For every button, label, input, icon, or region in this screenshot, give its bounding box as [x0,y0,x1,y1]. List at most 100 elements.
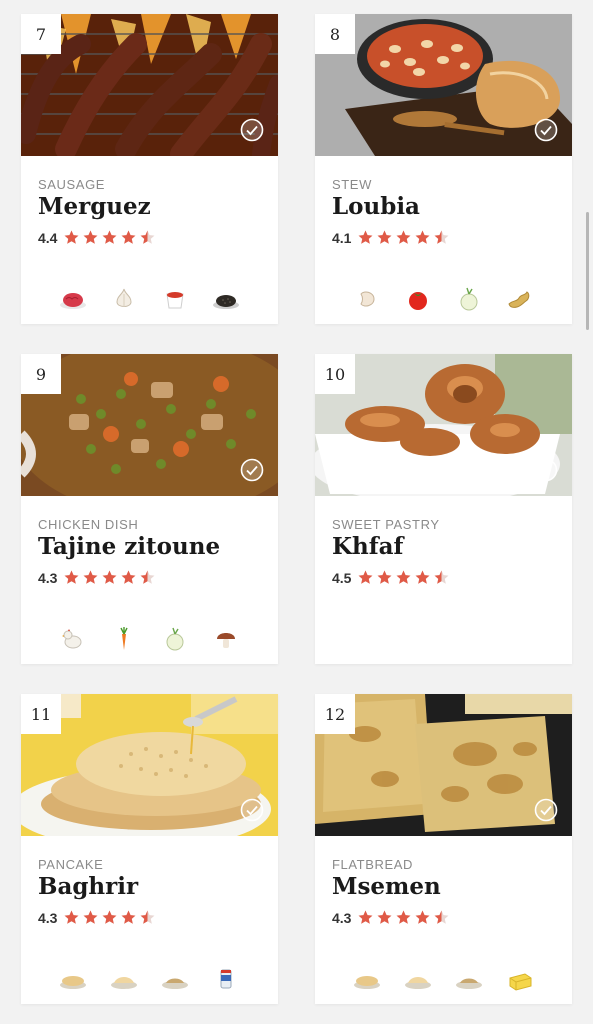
dish-photo[interactable]: 8 [315,14,572,156]
star-full-icon [103,570,117,584]
star-half-icon [141,910,155,924]
star-full-icon [65,910,79,924]
star-full-icon [416,570,430,584]
ingredient-list [315,286,572,312]
chicken-icon [61,629,82,649]
ingredient-list [315,966,572,992]
dish-name[interactable]: Loubia [332,193,420,220]
dish-category: SAUSAGE [38,177,106,192]
rating: 4.3 [332,909,450,926]
rating-value: 4.4 [38,229,58,246]
semolina-icon [59,976,86,989]
star-half-icon [435,570,449,584]
onion-icon [166,627,184,651]
dish-name[interactable]: Khfaf [332,533,403,560]
star-full-icon [84,570,98,584]
star-full-icon [122,230,136,244]
dish-card-merguez[interactable]: 7 SAUSAGE Merguez 4.4 [21,14,278,324]
dish-category: SWEET PASTRY [332,517,440,532]
checkmark-icon[interactable] [240,118,264,142]
star-full-icon [359,910,373,924]
rank-badge: 11 [21,694,61,734]
star-full-icon [65,230,79,244]
star-full-icon [122,910,136,924]
star-full-icon [122,570,136,584]
rating: 4.3 [38,909,156,926]
rating-value: 4.3 [332,909,352,926]
star-half-icon [435,910,449,924]
star-full-icon [84,230,98,244]
dish-photo[interactable]: 11 [21,694,278,836]
tomato-icon [408,292,427,310]
dish-name[interactable]: Merguez [38,193,151,220]
ground-meat-icon [59,293,86,309]
dish-name[interactable]: Tajine zitoune [38,533,220,560]
star-rating [357,909,450,926]
star-full-icon [378,910,392,924]
star-rating [63,909,156,926]
star-half-icon [141,570,155,584]
star-half-icon [141,230,155,244]
checkmark-icon[interactable] [534,798,558,822]
star-full-icon [378,570,392,584]
star-full-icon [397,910,411,924]
white-bean-icon [360,291,375,307]
dish-category: FLATBREAD [332,857,414,872]
rating: 4.1 [332,229,450,246]
garlic-icon [116,288,132,307]
star-full-icon [397,230,411,244]
ingredient-list [21,286,278,312]
star-rating [63,229,156,246]
checkmark-icon[interactable] [240,798,264,822]
baking-powder-icon [220,969,232,989]
flour-icon [404,977,431,989]
dish-card-tajine-zitoune[interactable]: 9 CHICKEN DISH Tajine zitoune 4.3 [21,354,278,664]
checkmark-icon[interactable] [240,458,264,482]
dish-category: STEW [332,177,372,192]
star-rating [63,569,156,586]
tomato-paste-icon [166,292,184,309]
dish-photo[interactable]: 10 [315,354,572,496]
rating-value: 4.1 [332,229,352,246]
dish-photo[interactable]: 7 [21,14,278,156]
dish-name[interactable]: Msemen [332,873,441,900]
dish-card-loubia[interactable]: 8 STEW Loubia 4.1 [315,14,572,324]
onion-icon [460,287,478,311]
dish-photo[interactable]: 12 [315,694,572,836]
star-full-icon [65,570,79,584]
rank-badge: 9 [21,354,61,394]
rating: 4.4 [38,229,156,246]
dish-category: PANCAKE [38,857,104,872]
ingredient-list [21,966,278,992]
star-full-icon [416,910,430,924]
rating-value: 4.3 [38,569,58,586]
carrot-icon [120,627,128,650]
star-rating [357,569,450,586]
yeast-icon [456,978,483,989]
star-full-icon [378,230,392,244]
dish-card-baghrir[interactable]: 11 PANCAKE Baghrir 4.3 [21,694,278,1004]
dish-name[interactable]: Baghrir [38,873,138,900]
rating: 4.3 [38,569,156,586]
rating: 4.5 [332,569,450,586]
mushroom-icon [217,633,236,648]
checkmark-icon[interactable] [534,118,558,142]
star-half-icon [435,230,449,244]
ginger-icon [508,291,530,308]
star-full-icon [103,910,117,924]
checkmark-icon[interactable] [534,458,558,482]
dish-photo[interactable]: 9 [21,354,278,496]
star-full-icon [416,230,430,244]
yeast-icon [162,978,189,989]
dish-card-khfaf[interactable]: 10 SWEET PASTRY Khfaf 4.5 [315,354,572,664]
star-full-icon [359,570,373,584]
ingredient-list [21,626,278,652]
butter-icon [509,973,532,991]
dish-card-msemen[interactable]: 12 FLATBREAD Msemen 4.3 [315,694,572,1004]
star-rating [357,229,450,246]
dish-category: CHICKEN DISH [38,517,139,532]
spice-icon [213,295,240,309]
rank-badge: 7 [21,14,61,54]
scrollbar[interactable] [586,212,589,330]
dish-grid: 7 SAUSAGE Merguez 4.4 8 STEW Loubia 4.1 … [0,0,593,1024]
